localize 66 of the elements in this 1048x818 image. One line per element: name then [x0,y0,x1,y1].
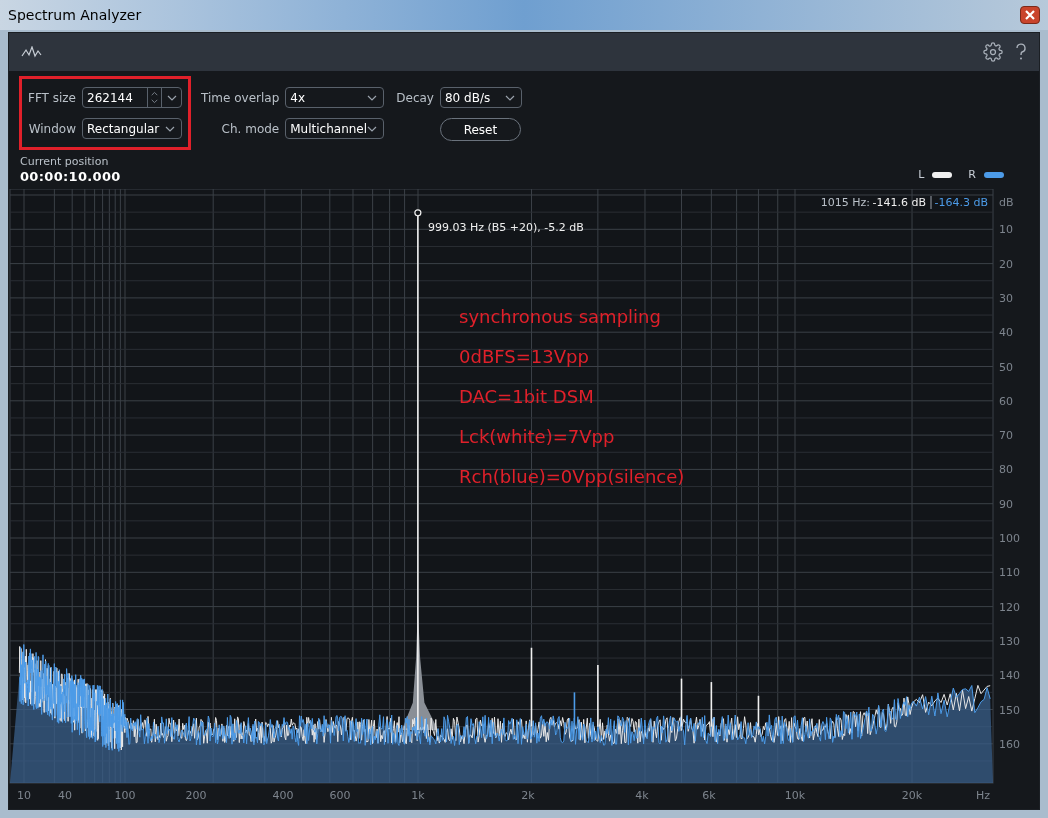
x-axis-label: 20k [901,789,923,802]
y-axis-label: dB [999,196,1014,209]
y-axis-label: 80 [999,463,1013,477]
y-axis-label: 60 [999,394,1013,408]
y-axis-label: 160 [999,737,1020,751]
spin-field[interactable]: 262144 [82,87,182,108]
dropdown[interactable]: 4x [285,87,385,108]
x-axis-label: 4k [635,789,649,802]
setting-label: Time overlap [201,89,280,107]
y-axis-label: 10 [999,223,1013,237]
legend-label: R [968,166,976,183]
y-axis-label: 40 [999,326,1013,340]
dropdown[interactable]: Multichannel [285,118,385,139]
chevron-icon [504,94,515,101]
y-axis-label: 140 [999,669,1020,683]
chevron-icon [166,94,177,101]
chevron-icon [367,94,378,101]
legend-label: L [918,166,925,183]
y-axis-label: 30 [999,291,1013,305]
x-axis-label: 10k [784,789,806,802]
x-axis-label: 200 [185,789,207,802]
annotation-text: 0dBFS=13Vpp [459,346,589,367]
position-time: 00:00:10.000 [20,168,121,185]
help-icon[interactable] [1015,43,1027,61]
annotation-text: Rch(blue)=0Vpp(silence) [459,466,685,487]
close-icon [1025,10,1035,20]
stepper-icon[interactable] [147,88,161,107]
setting-label: Window [28,120,76,138]
x-axis-label: 400 [272,789,294,802]
position-label: Current position [20,155,110,169]
annotation-text: DAC=1bit DSM [459,386,594,407]
x-axis-label: 100 [114,789,136,802]
setting-label: Decay [396,89,434,107]
x-axis-label: 600 [329,789,351,802]
y-axis-label: 100 [999,532,1020,545]
spectrum-logo-icon [21,46,43,58]
readout-left-level: -141.6 dB [872,196,926,209]
y-axis-label: 110 [999,566,1020,580]
y-axis-label: 120 [999,600,1020,614]
x-axis-label: 10 [17,789,31,802]
x-axis-label: 6k [702,789,716,802]
x-axis-label: 1k [411,789,425,802]
readout-right-level: -164.3 dB [934,196,988,209]
annotation-text: synchronous sampling [459,306,661,327]
peak-marker [414,209,422,217]
close-button[interactable] [1020,6,1040,24]
settings-icon[interactable] [983,42,1003,62]
setting-label: FFT size [28,89,76,107]
x-axis-label: 40 [58,789,72,802]
readout-frequency: 1015 Hz: [820,196,870,209]
x-axis-label: 2k [521,789,535,802]
x-axis-label: Hz [976,789,990,802]
window-title: Spectrum Analyzer [8,5,142,25]
y-axis-label: 150 [999,703,1020,717]
dropdown[interactable]: 80 dB/s [439,87,522,108]
peak-label: 999.03 Hz (B5 +20), -5.2 dB [428,221,584,234]
y-axis-label: 70 [999,429,1013,443]
y-axis-label: 130 [999,634,1020,648]
y-axis-label: 90 [999,497,1013,511]
dropdown[interactable]: Rectangular [82,118,182,139]
chevron-icon [367,125,378,132]
y-axis-label: 50 [999,360,1013,374]
y-axis-label: 20 [999,257,1013,271]
chevron-icon [165,125,175,132]
setting-label: Ch. mode [220,120,280,138]
annotation-text: Lck(white)=7Vpp [459,426,615,447]
